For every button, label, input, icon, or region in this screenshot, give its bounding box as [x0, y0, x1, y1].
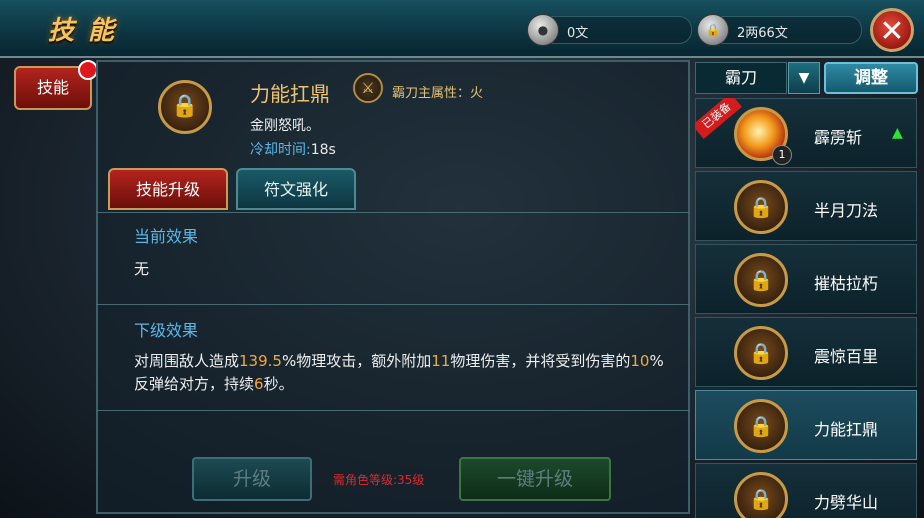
skill-icon: 🔒 [158, 80, 212, 134]
skill-list-item[interactable]: 🔒 震惊百里 [695, 317, 917, 387]
skill-list-name: 摧枯拉朽 [814, 274, 879, 293]
effect-value: 11 [431, 352, 451, 370]
side-tab-label: 技能 [36, 78, 69, 97]
locked-skill-icon: 🔒 [734, 253, 788, 307]
skill-list: 1 已装备 霹雳斩 ▲ 🔒 半月刀法 🔒 摧枯拉朽 🔒 震惊百里 🔒 力能扛鼎 … [695, 98, 917, 518]
skill-list-item[interactable]: 🔒 力劈华山 [695, 463, 917, 518]
upgrade-button[interactable]: 升级 [192, 457, 312, 501]
skill-list-item[interactable]: 🔒 力能扛鼎 [695, 390, 917, 460]
page-title: 技能 [48, 16, 129, 46]
adjust-button[interactable]: 调整 [824, 62, 918, 94]
side-tab-skills[interactable]: 技能 [14, 60, 98, 110]
locked-skill-icon: 🔒 [734, 326, 788, 380]
bound-value: 2两66文 [737, 26, 788, 41]
close-button[interactable]: ✕ [870, 8, 914, 52]
skill-name: 力能扛鼎 [250, 82, 330, 106]
locked-skill-icon: 🔒 [734, 399, 788, 453]
skill-description: 金刚怒吼。 [250, 118, 320, 134]
skill-attribute: 霸刀主属性：火 [392, 86, 484, 101]
bound-currency: 🔒 2两66文 [697, 14, 862, 46]
effect-text: 对周围敌人造成 [134, 352, 240, 370]
effect-text: %物理攻击，额外附加 [281, 352, 432, 370]
divider [96, 304, 690, 305]
skill-list-item[interactable]: 🔒 摧枯拉朽 [695, 244, 917, 314]
locked-coin-icon: 🔒 [697, 14, 729, 46]
current-effect-text: 无 [134, 260, 150, 278]
effect-value: 139.5 [239, 352, 282, 370]
effect-text: 秒。 [263, 375, 294, 393]
silver-value: 0文 [567, 26, 589, 41]
class-select[interactable]: 霸刀 [695, 62, 787, 94]
top-bar: 技能 ● 0文 🔒 2两66文 ✕ [0, 0, 924, 58]
skill-list-name: 半月刀法 [814, 201, 879, 220]
current-effect-title: 当前效果 [134, 227, 199, 246]
skill-list-name: 力劈华山 [814, 493, 879, 512]
skill-list-item[interactable]: 🔒 半月刀法 [695, 171, 917, 241]
skill-cooldown: 冷却时间:18s [250, 139, 336, 159]
next-effect-title: 下级效果 [134, 321, 199, 340]
tab-skill-upgrade[interactable]: 技能升级 [108, 168, 228, 210]
cooldown-label: 冷却时间: [250, 142, 311, 158]
effect-text: 物理伤害，并将受到伤害的 [450, 352, 631, 370]
next-effect-text: 对周围敌人造成139.5%物理攻击，额外附加11物理伤害，并将受到伤害的10%反… [134, 350, 674, 396]
divider [96, 212, 690, 213]
skill-list-name: 力能扛鼎 [814, 420, 879, 439]
locked-skill-icon: 🔒 [734, 180, 788, 234]
upgrade-arrow-icon: ▲ [892, 125, 903, 141]
silver-coin-icon: ● [527, 14, 559, 46]
skill-list-name: 震惊百里 [814, 347, 879, 366]
tab-rune-enhance[interactable]: 符文强化 [236, 168, 356, 210]
cooldown-value: 18s [310, 142, 336, 158]
effect-value: 10 [630, 352, 650, 370]
chevron-down-icon[interactable]: ▼ [788, 62, 820, 94]
skill-list-name: 霹雳斩 [814, 128, 863, 147]
effect-value: 6 [254, 375, 264, 393]
divider [96, 410, 690, 411]
one-click-upgrade-button[interactable]: 一键升级 [459, 457, 611, 501]
skill-list-item[interactable]: 1 已装备 霹雳斩 ▲ [695, 98, 917, 168]
blade-attribute-icon: ⚔ [353, 73, 383, 103]
silver-currency: ● 0文 [527, 14, 692, 46]
notification-dot-icon [78, 60, 98, 80]
skill-level-badge: 1 [772, 145, 792, 165]
locked-skill-icon: 🔒 [734, 472, 788, 518]
level-requirement: 需角色等级:35级 [333, 473, 425, 487]
